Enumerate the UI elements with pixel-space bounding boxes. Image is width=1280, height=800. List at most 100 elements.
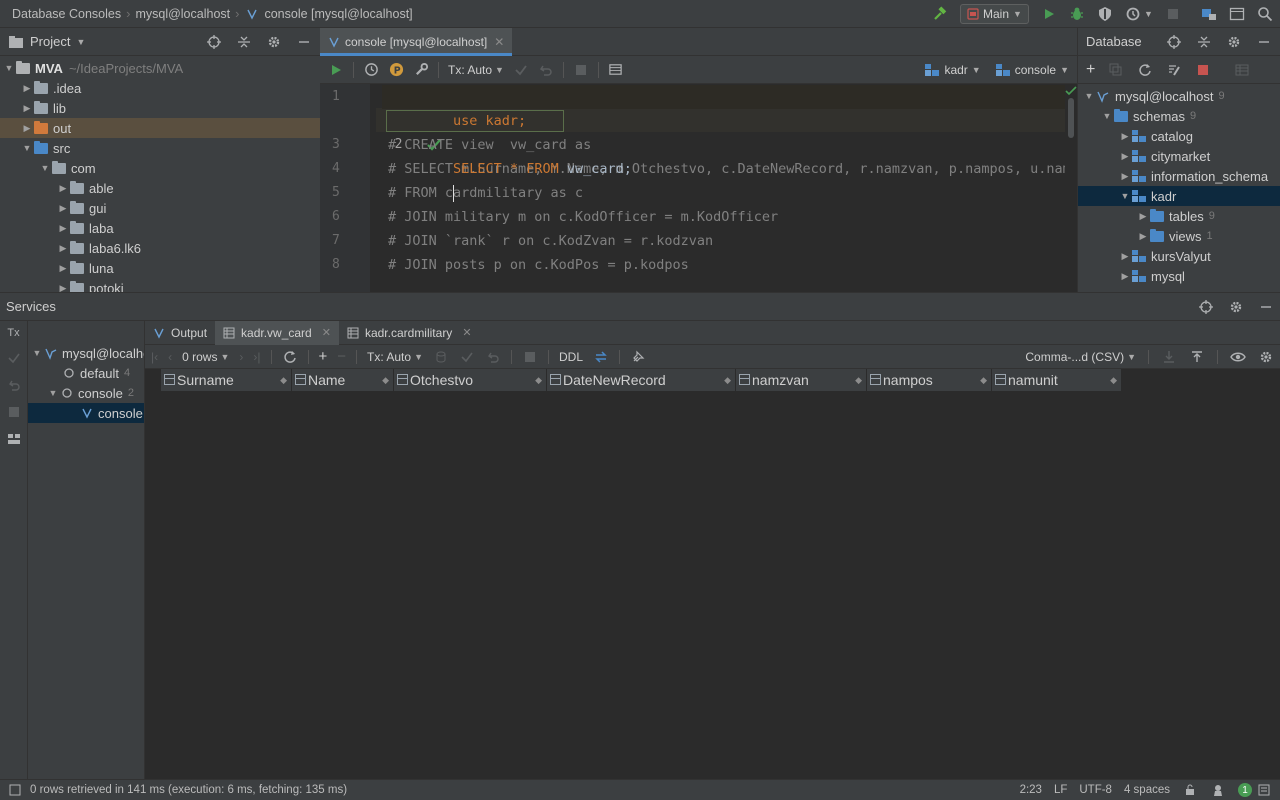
project-title[interactable]: Project	[30, 34, 70, 49]
gear-icon[interactable]	[266, 34, 282, 50]
locate-crosshair-icon[interactable]	[206, 34, 222, 50]
tree-item-tables[interactable]: ▶ tables 9	[1078, 206, 1280, 226]
collapsed-arrow-icon[interactable]: ▶	[56, 223, 70, 234]
tree-item-lib[interactable]: ▶ lib	[0, 98, 320, 118]
expanded-arrow-icon[interactable]: ▼	[38, 163, 52, 173]
tree-item-com[interactable]: ▼ com	[0, 158, 320, 178]
duplicate-icon[interactable]	[1108, 62, 1124, 78]
debug-bug-icon[interactable]	[1069, 6, 1085, 22]
tree-item-luna[interactable]: ▶ luna	[0, 258, 320, 278]
rollback-undo-icon[interactable]	[485, 349, 501, 365]
sort-icon[interactable]: ◆	[535, 375, 542, 386]
sort-icon[interactable]: ◆	[980, 375, 987, 386]
export-format-select[interactable]: Comma-...d (CSV) ▼	[1025, 350, 1136, 364]
properties-edit-icon[interactable]	[1166, 62, 1182, 78]
sort-icon[interactable]: ◆	[855, 375, 862, 386]
breadcrumb-console[interactable]: console [mysql@localhost]	[264, 7, 412, 21]
gear-icon[interactable]	[1258, 349, 1274, 365]
run-icon[interactable]	[1041, 6, 1057, 22]
schema-select[interactable]: kadr ▼	[924, 62, 981, 78]
add-row-plus-icon[interactable]: +	[319, 348, 328, 365]
tree-item-schema-kadr-selected[interactable]: ▼ kadr	[1078, 186, 1280, 206]
table-layout-icon[interactable]	[608, 62, 624, 78]
previous-page-icon[interactable]: ‹	[168, 350, 172, 364]
stop-icon[interactable]	[1165, 6, 1181, 22]
expanded-arrow-icon[interactable]: ▼	[1118, 191, 1132, 201]
run-configuration-select[interactable]: Main ▼	[960, 4, 1029, 24]
tree-item-gui[interactable]: ▶ gui	[0, 198, 320, 218]
first-page-icon[interactable]: |‹	[151, 350, 158, 364]
export-download-icon[interactable]	[1161, 349, 1177, 365]
transaction-mode-select[interactable]: Tx: Auto ▼	[448, 63, 504, 77]
close-icon[interactable]: ✕	[462, 326, 471, 339]
compare-arrows-icon[interactable]	[593, 349, 609, 365]
ddl-button[interactable]: DDL	[559, 350, 583, 364]
refresh-icon[interactable]	[1137, 62, 1153, 78]
collapsed-arrow-icon[interactable]: ▶	[56, 203, 70, 214]
line-separator[interactable]: LF	[1054, 784, 1067, 796]
tree-item-schema[interactable]: ▶ citymarket	[1078, 146, 1280, 166]
sort-icon[interactable]: ◆	[1110, 375, 1117, 386]
build-hammer-icon[interactable]	[932, 6, 948, 22]
tree-item-session-default[interactable]: default 4	[28, 363, 144, 383]
commit-check-icon[interactable]	[459, 349, 475, 365]
lock-icon[interactable]	[1182, 782, 1198, 798]
expanded-arrow-icon[interactable]: ▼	[2, 63, 16, 73]
chevron-down-icon[interactable]: ▼	[76, 37, 85, 47]
column-header-nampos[interactable]: nampos ◆	[867, 369, 992, 391]
add-plus-icon[interactable]: +	[1086, 61, 1095, 79]
last-page-icon[interactable]: ›|	[253, 350, 260, 364]
column-header-surname[interactable]: Surname ◆	[161, 369, 292, 391]
column-header-otchestvo[interactable]: Otchestvo ◆	[394, 369, 547, 391]
code-area[interactable]: use kadr; SELECT * FROM vw_card; # CREAT…	[370, 84, 1065, 292]
expanded-arrow-icon[interactable]: ▼	[30, 348, 44, 358]
history-clock-icon[interactable]	[363, 62, 379, 78]
indent-setting[interactable]: 4 spaces	[1124, 784, 1170, 796]
collapsed-arrow-icon[interactable]: ▶	[20, 103, 34, 114]
stop-icon[interactable]	[6, 404, 22, 420]
collapsed-arrow-icon[interactable]: ▶	[1118, 271, 1132, 282]
tree-item-schema[interactable]: ▶ kursValyut	[1078, 246, 1280, 266]
commit-check-icon[interactable]	[6, 350, 22, 366]
session-select[interactable]: console ▼	[995, 62, 1069, 78]
commit-check-icon[interactable]	[513, 62, 529, 78]
collapsed-arrow-icon[interactable]: ▶	[20, 83, 34, 94]
expanded-arrow-icon[interactable]: ▼	[1100, 111, 1114, 121]
tab-console[interactable]: console [mysql@localhost] ✕	[320, 27, 513, 56]
sort-icon[interactable]: ◆	[280, 375, 287, 386]
notifications-badge[interactable]: 1	[1238, 782, 1272, 798]
disconnect-stop-icon[interactable]	[1195, 62, 1211, 78]
explain-plan-icon[interactable]: P	[388, 62, 404, 78]
column-header-name[interactable]: Name ◆	[292, 369, 394, 391]
tree-item-able[interactable]: ▶ able	[0, 178, 320, 198]
column-header-datenewrecord[interactable]: DateNewRecord ◆	[547, 369, 736, 391]
expanded-arrow-icon[interactable]: ▼	[20, 143, 34, 153]
locate-crosshair-icon[interactable]	[1166, 34, 1182, 50]
close-icon[interactable]: ✕	[494, 35, 504, 49]
sort-icon[interactable]: ◆	[382, 375, 389, 386]
terminal-window-icon[interactable]	[1229, 6, 1245, 22]
tree-item-idea[interactable]: ▶ .idea	[0, 78, 320, 98]
tab-output[interactable]: Output	[145, 321, 215, 345]
collapsed-arrow-icon[interactable]: ▶	[1136, 211, 1150, 222]
collapsed-arrow-icon[interactable]: ▶	[56, 243, 70, 254]
collapsed-arrow-icon[interactable]: ▶	[1118, 151, 1132, 162]
tree-item-laba[interactable]: ▶ laba	[0, 218, 320, 238]
tree-item-session-console[interactable]: ▼ console 2	[28, 383, 144, 403]
gear-icon[interactable]	[1226, 34, 1242, 50]
cancel-stop-icon[interactable]	[573, 62, 589, 78]
reload-icon[interactable]	[282, 349, 298, 365]
next-page-icon[interactable]: ›	[239, 350, 243, 364]
tab-cardmilitary[interactable]: kadr.cardmilitary ✕	[339, 321, 480, 345]
tool-windows-toggle-icon[interactable]	[8, 782, 22, 798]
sort-icon[interactable]: ◆	[724, 375, 731, 386]
delete-row-minus-icon[interactable]: −	[337, 348, 346, 365]
collapsed-arrow-icon[interactable]: ▶	[56, 183, 70, 194]
tree-item-laba6[interactable]: ▶ laba6.lk6	[0, 238, 320, 258]
breadcrumb-connection[interactable]: mysql@localhost	[135, 7, 230, 21]
expanded-arrow-icon[interactable]: ▼	[1082, 91, 1096, 101]
minimize-icon[interactable]	[1256, 34, 1272, 50]
coverage-shield-icon[interactable]	[1097, 6, 1113, 22]
pin-tab-icon[interactable]	[630, 349, 646, 365]
caret-position[interactable]: 2:23	[1020, 784, 1042, 796]
